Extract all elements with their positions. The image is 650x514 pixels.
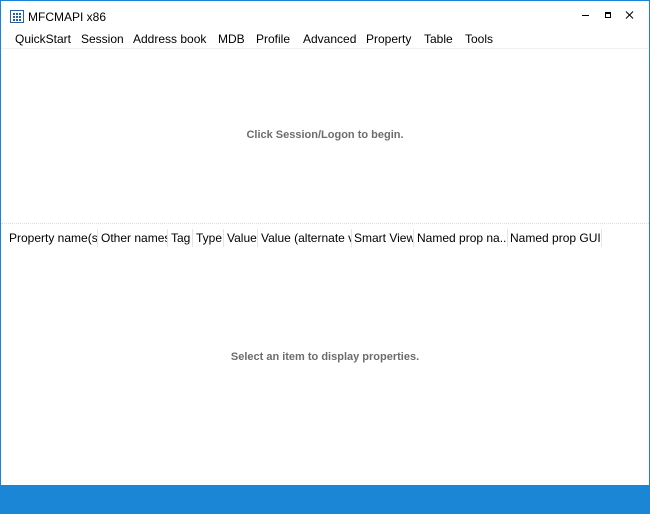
menu-advanced[interactable]: Advanced [303, 32, 356, 46]
column-value[interactable]: Value [224, 229, 258, 247]
menu-mdb[interactable]: MDB [218, 32, 245, 46]
title-bar[interactable]: MFCMAPI x86 [1, 1, 649, 29]
column-smart-view[interactable]: Smart View [352, 229, 414, 247]
app-icon [10, 10, 24, 23]
column-named-prop-name[interactable]: Named prop na... [414, 229, 508, 247]
menu-profile[interactable]: Profile [256, 32, 290, 46]
maximize-icon [605, 12, 611, 18]
column-property-names[interactable]: Property name(s) [1, 229, 98, 247]
menu-tools[interactable]: Tools [465, 32, 493, 46]
property-list-header: Property name(s) Other names Tag Type Va… [1, 229, 649, 247]
close-icon [626, 11, 634, 19]
column-other-names[interactable]: Other names [98, 229, 168, 247]
menu-bar: QuickStart Session Address book MDB Prof… [1, 29, 649, 48]
column-type[interactable]: Type [193, 229, 224, 247]
menu-session[interactable]: Session [81, 32, 124, 46]
taskbar [0, 485, 650, 514]
top-pane-message: Click Session/Logon to begin. [246, 129, 404, 141]
app-window: MFCMAPI x86 QuickStart Session Address b… [0, 0, 650, 514]
menu-address-book[interactable]: Address book [133, 32, 206, 46]
menu-table[interactable]: Table [424, 32, 453, 46]
column-value-alternate[interactable]: Value (alternate v... [258, 229, 352, 247]
menu-property[interactable]: Property [366, 32, 411, 46]
close-button[interactable] [617, 3, 643, 27]
pane-splitter[interactable] [1, 223, 649, 224]
minimize-icon [581, 14, 589, 16]
menu-quickstart[interactable]: QuickStart [15, 32, 71, 46]
menu-divider [1, 48, 649, 49]
window-title: MFCMAPI x86 [28, 10, 107, 24]
column-tag[interactable]: Tag [168, 229, 193, 247]
column-named-prop-guid[interactable]: Named prop GUI... [508, 229, 602, 247]
property-list-empty-message: Select an item to display properties. [230, 351, 420, 363]
